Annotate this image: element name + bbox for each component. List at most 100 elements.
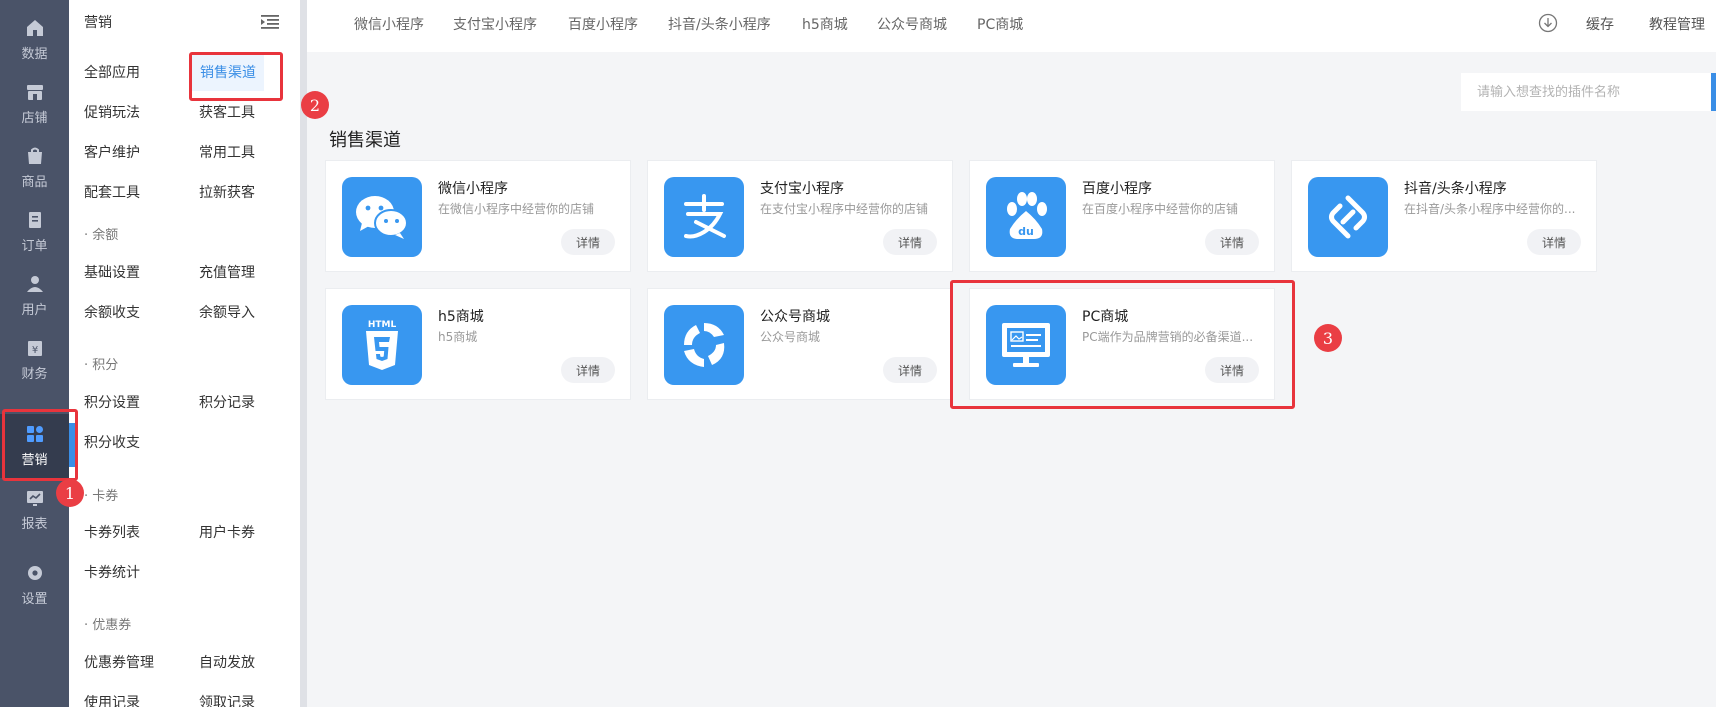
group-points: · 积分 [84,358,119,373]
submenu-card-list[interactable]: 卡券列表 [84,523,140,543]
store-icon [26,85,43,100]
rail-label: 订单 [21,239,48,254]
svg-text:du: du [1018,225,1034,238]
channel-card-h5[interactable]: HTML h5商城 h5商城 详情 [325,288,631,400]
search-button[interactable] [1711,73,1716,111]
rail-label: 设置 [21,592,48,607]
tab-pc[interactable]: PC商城 [977,14,1023,34]
rail-item-data[interactable]: 数据 [0,8,69,72]
group-coupons: · 优惠券 [84,618,132,633]
tab-wechat[interactable]: 微信小程序 [354,14,424,34]
card-title: 抖音/头条小程序 [1404,181,1507,197]
channel-card-official-account[interactable]: 公众号商城 公众号商城 详情 [647,288,953,400]
highlight-pc-card [950,280,1295,409]
rail-item-settings[interactable]: 设置 [0,553,69,617]
tab-douyin[interactable]: 抖音/头条小程序 [668,14,771,34]
svg-text:¥: ¥ [31,345,37,356]
submenu-points-ledger[interactable]: 积分收支 [84,433,140,453]
rail-item-finance[interactable]: ¥ 财务 [0,328,69,392]
rail-item-orders[interactable]: 订单 [0,200,69,264]
submenu-support-tools[interactable]: 配套工具 [84,183,140,203]
html5-icon: HTML [342,305,422,385]
channel-card-wechat[interactable]: 微信小程序 在微信小程序中经营你的店铺 详情 [325,160,631,272]
baidu-icon: du [986,177,1066,257]
submenu-basic-settings[interactable]: 基础设置 [84,263,140,283]
submenu-user-cards[interactable]: 用户卡券 [199,523,255,543]
section-title: 销售渠道 [329,130,401,151]
submenu-usage-records[interactable]: 使用记录 [84,693,140,707]
rail-item-users[interactable]: 用户 [0,264,69,328]
rail-item-goods[interactable]: 商品 [0,136,69,200]
submenu-balance-ledger[interactable]: 余额收支 [84,303,140,323]
details-button[interactable]: 详情 [883,357,937,383]
details-button[interactable]: 详情 [1205,229,1259,255]
submenu-points-records[interactable]: 积分记录 [199,393,255,413]
details-button[interactable]: 详情 [561,229,615,255]
group-cards: · 卡券 [84,489,119,504]
collapse-menu-icon[interactable] [261,14,279,30]
card-title: 公众号商城 [760,309,830,325]
submenu-acquire-tools[interactable]: 获客工具 [199,103,255,123]
tutorial-mgmt-link[interactable]: 教程管理 [1649,14,1705,34]
channel-card-baidu[interactable]: du 百度小程序 在百度小程序中经营你的店铺 详情 [969,160,1275,272]
plugin-search-input[interactable] [1461,73,1716,111]
download-icon[interactable] [1538,13,1558,33]
highlight-marketing [2,409,78,481]
submenu-balance-import[interactable]: 余额导入 [199,303,255,323]
submenu-common-tools[interactable]: 常用工具 [199,143,255,163]
alipay-icon [664,177,744,257]
submenu-all-apps[interactable]: 全部应用 [84,63,140,83]
svg-text:HTML: HTML [368,320,397,330]
rail-item-store[interactable]: 店铺 [0,72,69,136]
card-desc: 公众号商城 [760,330,821,344]
card-title: 百度小程序 [1082,181,1152,197]
step-badge-3: 3 [1314,324,1342,352]
group-balance: · 余额 [84,228,119,243]
bag-icon [27,147,42,164]
submenu-card-stats[interactable]: 卡券统计 [84,563,140,583]
channel-card-douyin[interactable]: 抖音/头条小程序 在抖音/头条小程序中经营你的... 详情 [1291,160,1597,272]
card-title: h5商城 [438,309,484,325]
submenu-recharge-mgmt[interactable]: 充值管理 [199,263,255,283]
tab-alipay[interactable]: 支付宝小程序 [453,14,537,34]
cache-button[interactable]: 缓存 [1586,14,1614,34]
details-button[interactable]: 详情 [1527,229,1581,255]
main-nav-rail: 数据 店铺 商品 订单 用户 ¥ 财务 营销 报表 设置 [0,0,69,707]
step-badge-1: 1 [56,479,84,507]
rail-label: 数据 [21,47,48,62]
submenu-customer-care[interactable]: 客户维护 [84,143,140,163]
submenu-auto-issue[interactable]: 自动发放 [199,653,255,673]
rail-label: 用户 [21,303,48,318]
rail-label: 报表 [21,517,48,532]
finance-icon: ¥ [27,341,42,356]
channel-card-alipay[interactable]: 支付宝小程序 在支付宝小程序中经营你的店铺 详情 [647,160,953,272]
card-desc: 在支付宝小程序中经营你的店铺 [760,202,929,216]
chart-icon [26,491,43,506]
tab-official-account[interactable]: 公众号商城 [877,14,947,34]
rail-label: 店铺 [21,111,48,126]
card-title: 微信小程序 [438,181,508,197]
step-badge-2: 2 [301,91,329,119]
submenu-claim-records[interactable]: 领取记录 [199,693,255,707]
submenu-title: 营销 [84,15,112,31]
card-desc: 在微信小程序中经营你的店铺 [438,202,595,216]
submenu-new-customers[interactable]: 拉新获客 [199,183,255,203]
submenu-coupon-mgmt[interactable]: 优惠券管理 [84,653,154,673]
details-button[interactable]: 详情 [561,357,615,383]
douyin-icon [1308,177,1388,257]
submenu-promotion[interactable]: 促销玩法 [84,103,140,123]
card-desc: 在抖音/头条小程序中经营你的... [1404,202,1576,216]
rail-label: 财务 [21,367,48,382]
home-icon [26,20,43,36]
tab-h5[interactable]: h5商城 [802,14,848,34]
highlight-sales-channel [189,52,283,101]
details-button[interactable]: 详情 [883,229,937,255]
submenu-points-settings[interactable]: 积分设置 [84,393,140,413]
tab-baidu[interactable]: 百度小程序 [568,14,638,34]
rail-label: 商品 [21,175,48,190]
gear-icon [27,566,42,580]
card-desc: 在百度小程序中经营你的店铺 [1082,202,1239,216]
official-account-icon [664,305,744,385]
user-icon [26,276,43,292]
wechat-icon [342,177,422,257]
